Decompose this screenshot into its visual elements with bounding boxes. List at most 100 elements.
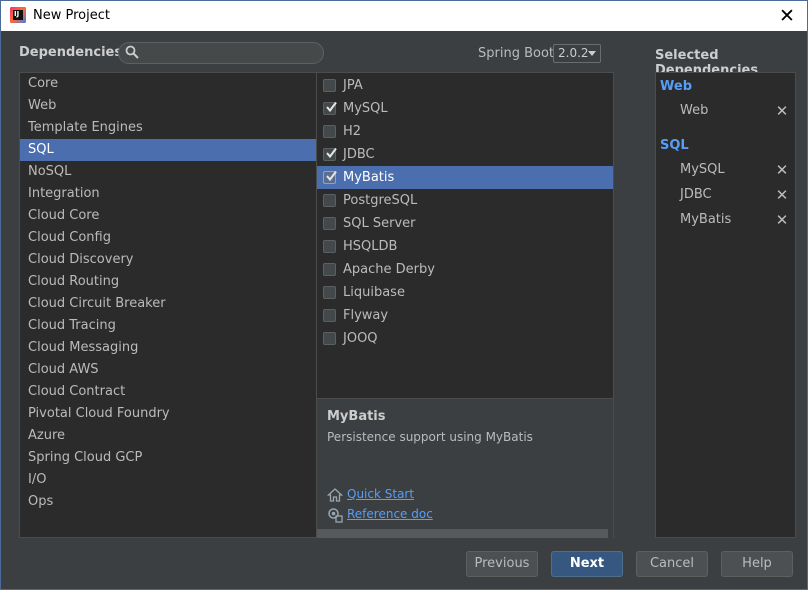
category-item[interactable]: Pivotal Cloud Foundry — [20, 403, 316, 425]
dependency-checkbox[interactable] — [323, 147, 337, 161]
search-input[interactable] — [143, 45, 319, 61]
category-item[interactable]: Integration — [20, 183, 316, 205]
category-item[interactable]: Cloud Core — [20, 205, 316, 227]
dependency-item[interactable]: Flyway — [317, 304, 613, 327]
horizontal-scrollbar[interactable] — [317, 529, 608, 538]
remove-icon[interactable]: ✕ — [774, 101, 790, 121]
category-item[interactable]: NoSQL — [20, 161, 316, 183]
category-item[interactable]: Cloud Routing — [20, 271, 316, 293]
dependency-list: JPA MySQL H2 JDBC MyBatis PostgreSQL SQL Serve… — [317, 73, 613, 398]
spring-boot-version-select[interactable]: 2.0.2 — [553, 44, 601, 63]
intellij-logo-icon: IJ — [10, 7, 26, 23]
dependency-label: HSQLDB — [343, 239, 398, 254]
app-icon-text: IJ — [14, 10, 20, 18]
help-button[interactable]: Help — [721, 551, 793, 577]
selected-group-title: Web — [660, 79, 692, 94]
dependency-label: Liquibase — [343, 285, 405, 300]
dependency-checkbox[interactable] — [323, 170, 337, 184]
search-icon — [125, 45, 139, 59]
dependency-item[interactable]: Liquibase — [317, 281, 613, 304]
description-title: MyBatis — [327, 409, 386, 424]
quick-start-label: Quick Start — [347, 487, 415, 501]
dependency-checkbox[interactable] — [323, 79, 336, 92]
dependency-label: JDBC — [343, 147, 375, 162]
selected-dependency-item: JDBC ✕ — [680, 185, 790, 205]
checkmark-icon — [326, 101, 337, 113]
dependency-item[interactable]: MyBatis — [317, 166, 613, 189]
spring-boot-label: Spring Boot — [478, 46, 555, 61]
category-item[interactable]: Ops — [20, 491, 316, 513]
category-item[interactable]: I/O — [20, 469, 316, 491]
dependency-checkbox[interactable] — [323, 125, 336, 138]
dependency-checkbox[interactable] — [323, 332, 336, 345]
search-field[interactable] — [118, 42, 324, 64]
dependency-checkbox[interactable] — [323, 286, 336, 299]
dependency-label: MyBatis — [343, 170, 395, 185]
checkmark-icon — [326, 147, 337, 159]
dependency-label: Flyway — [343, 308, 389, 323]
dependency-panel: JPA MySQL H2 JDBC MyBatis PostgreSQL SQL Serve… — [317, 72, 614, 538]
dependency-checkbox[interactable] — [323, 194, 336, 207]
quick-start-link[interactable]: Quick Start — [327, 487, 415, 502]
category-item[interactable]: SQL — [20, 139, 316, 161]
dependency-checkbox[interactable] — [323, 263, 336, 276]
dependency-label: JPA — [343, 78, 363, 93]
dependency-item[interactable]: JOOQ — [317, 327, 613, 350]
previous-button[interactable]: Previous — [466, 551, 538, 577]
remove-icon[interactable]: ✕ — [774, 210, 790, 230]
dependency-item[interactable]: SQL Server — [317, 212, 613, 235]
category-item[interactable]: Cloud Discovery — [20, 249, 316, 271]
category-item[interactable]: Azure — [20, 425, 316, 447]
selected-dependency-label: Web — [680, 103, 709, 118]
dependency-item[interactable]: H2 — [317, 120, 613, 143]
selected-dependency-label: JDBC — [680, 187, 712, 202]
dependency-checkbox[interactable] — [323, 309, 336, 322]
category-item[interactable]: Cloud Config — [20, 227, 316, 249]
home-icon — [327, 488, 343, 502]
category-item[interactable]: Web — [20, 95, 316, 117]
category-item[interactable]: Cloud Circuit Breaker — [20, 293, 316, 315]
reference-doc-label: Reference doc — [347, 507, 433, 521]
dependency-label: Apache Derby — [343, 262, 435, 277]
category-item[interactable]: Cloud Messaging — [20, 337, 316, 359]
selected-dependency-label: MySQL — [680, 162, 725, 177]
new-project-dialog: IJ New Project ✕ Dependencies Spring Boo… — [0, 0, 808, 590]
dependency-item[interactable]: Apache Derby — [317, 258, 613, 281]
title-bar: IJ New Project ✕ — [1, 1, 807, 31]
dependency-item[interactable]: JDBC — [317, 143, 613, 166]
category-item[interactable]: Spring Cloud GCP — [20, 447, 316, 469]
category-item[interactable]: Template Engines — [20, 117, 316, 139]
dependency-item[interactable]: JPA — [317, 74, 613, 97]
dependency-checkbox[interactable] — [323, 101, 337, 115]
selected-dependency-item: MySQL ✕ — [680, 160, 790, 180]
checkmark-icon — [326, 170, 337, 182]
dependency-item[interactable]: PostgreSQL — [317, 189, 613, 212]
dependency-checkbox[interactable] — [323, 240, 336, 253]
dependency-label: PostgreSQL — [343, 193, 418, 208]
close-window-button[interactable]: ✕ — [775, 4, 799, 28]
category-item[interactable]: Core — [20, 73, 316, 95]
remove-icon[interactable]: ✕ — [774, 185, 790, 205]
selected-dependencies-panel: Web Web ✕ SQL MySQL ✕ JDBC ✕ MyBatis ✕ — [655, 72, 796, 538]
dependency-item[interactable]: MySQL — [317, 97, 613, 120]
selected-dependency-item: MyBatis ✕ — [680, 210, 790, 230]
dependency-label: H2 — [343, 124, 362, 139]
category-item[interactable]: Cloud Tracing — [20, 315, 316, 337]
next-button[interactable]: Next — [551, 551, 623, 577]
reference-doc-icon — [328, 508, 343, 523]
dependency-label: SQL Server — [343, 216, 416, 231]
selected-dependency-item: Web ✕ — [680, 101, 790, 121]
cancel-button[interactable]: Cancel — [636, 551, 708, 577]
description-area: MyBatis Persistence support using MyBati… — [317, 398, 613, 538]
dependency-item[interactable]: HSQLDB — [317, 235, 613, 258]
dependency-checkbox[interactable] — [323, 217, 336, 230]
selected-group-title: SQL — [660, 138, 689, 153]
selected-dependency-label: MyBatis — [680, 212, 732, 227]
category-item[interactable]: Cloud AWS — [20, 359, 316, 381]
reference-doc-link[interactable]: Reference doc — [327, 507, 433, 523]
dependency-label: JOOQ — [343, 331, 378, 346]
category-item[interactable]: Cloud Contract — [20, 381, 316, 403]
dependencies-label: Dependencies — [19, 45, 123, 60]
remove-icon[interactable]: ✕ — [774, 160, 790, 180]
description-text: Persistence support using MyBatis — [327, 430, 533, 444]
